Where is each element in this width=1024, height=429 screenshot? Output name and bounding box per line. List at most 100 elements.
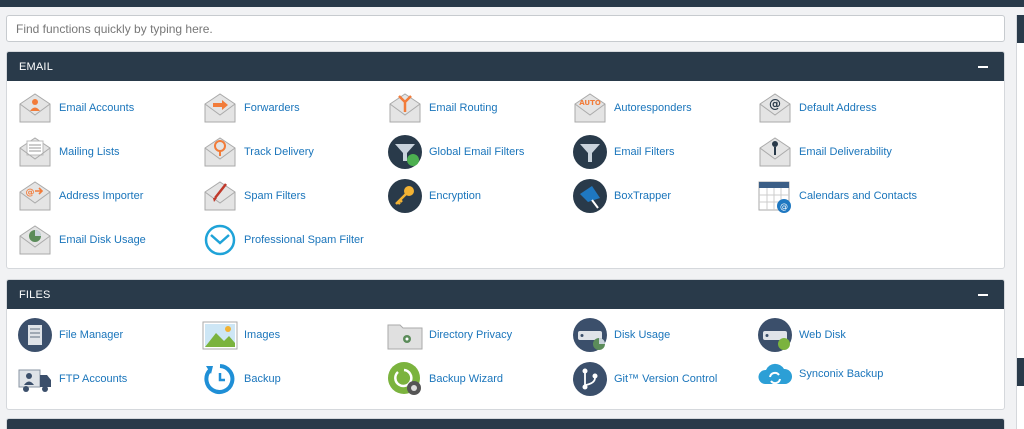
right-sidebar [1016,15,1024,429]
right-sidebar-header [1017,15,1024,43]
item-label: Professional Spam Filter [244,234,364,246]
images-icon [202,321,238,350]
right-sidebar-header-2 [1017,358,1024,386]
directory-privacy-link[interactable]: Directory Privacy [387,317,512,353]
disk-usage-link[interactable]: Disk Usage [572,317,670,353]
item-label: Email Deliverability [799,146,892,158]
default-address-link[interactable]: @ Default Address [757,90,877,126]
email-panel: EMAIL Email Accounts Forwarders Email Ro… [6,51,1005,269]
professional-spam-filter-icon [204,224,236,256]
backup-wizard-icon [388,362,421,395]
mailing-lists-link[interactable]: Mailing Lists [17,134,120,170]
item-label: Mailing Lists [59,146,120,158]
autoresponders-icon: AUTO [574,93,606,123]
synconix-backup-link[interactable]: Synconix Backup [757,356,883,392]
panel-title: EMAIL [19,60,54,73]
global-email-filters-icon [388,135,422,169]
search-input[interactable] [6,15,1005,42]
directory-privacy-icon [387,324,423,350]
item-label: Email Accounts [59,102,135,114]
svg-text:@: @ [780,202,788,211]
ftp-accounts-link[interactable]: FTP Accounts [17,361,127,397]
mailing-lists-icon [19,137,51,167]
next-panel-header[interactable] [7,419,1004,429]
spam-filters-link[interactable]: Spam Filters [202,178,306,214]
item-label: Git™ Version Control [614,373,718,385]
autoresponders-link[interactable]: AUTO Autoresponders [572,90,692,126]
item-label: Web Disk [799,329,846,341]
email-routing-link[interactable]: Email Routing [387,90,497,126]
web-disk-icon [758,318,792,352]
email-disk-usage-icon [19,225,51,255]
email-filters-icon [573,135,607,169]
encryption-icon [388,179,422,213]
item-label: Spam Filters [244,190,306,202]
item-label: Directory Privacy [429,329,513,341]
email-deliverability-icon [759,137,791,167]
email-accounts-icon [19,93,51,123]
item-label: Images [244,329,281,341]
professional-spam-filter-link[interactable]: Professional Spam Filter [202,222,364,258]
item-label: Email Disk Usage [59,234,146,246]
item-label: Backup [244,373,281,385]
disk-usage-icon [573,318,607,352]
item-label: BoxTrapper [614,190,672,202]
panel-title: FILES [19,288,51,301]
boxtrapper-link[interactable]: BoxTrapper [572,178,671,214]
file-manager-icon [18,318,52,352]
item-label: Calendars and Contacts [799,190,918,202]
calendars-contacts-link[interactable]: @ Calendars and Contacts [757,178,917,214]
files-panel-header[interactable]: FILES [7,280,1004,309]
item-label: Forwarders [244,102,300,114]
track-delivery-icon [204,137,236,167]
spam-filters-icon [204,181,236,211]
address-importer-icon: @ [19,181,51,211]
encryption-link[interactable]: Encryption [387,178,481,214]
git-version-control-icon [573,362,607,396]
item-label: File Manager [59,329,124,341]
item-label: Encryption [429,190,481,202]
backup-icon [204,364,235,394]
email-disk-usage-link[interactable]: Email Disk Usage [17,222,146,258]
item-label: Email Routing [429,102,498,114]
item-label: Disk Usage [614,329,671,341]
track-delivery-link[interactable]: Track Delivery [202,134,314,170]
files-panel: FILES File Manager Images Directory Priv… [6,279,1005,410]
backup-wizard-link[interactable]: Backup Wizard [387,361,503,397]
item-label: FTP Accounts [59,373,128,385]
collapse-icon[interactable] [978,293,988,296]
item-label: Track Delivery [244,146,314,158]
collapse-icon[interactable] [978,65,988,68]
item-label: Global Email Filters [429,146,525,158]
item-label: Synconix Backup [799,368,884,380]
ftp-accounts-icon [18,369,51,392]
backup-link[interactable]: Backup [202,361,281,397]
address-importer-link[interactable]: @ Address Importer [17,178,143,214]
default-address-icon: @ [759,93,791,123]
calendars-contacts-icon: @ [758,181,791,213]
git-version-control-link[interactable]: Git™ Version Control [572,361,717,397]
web-disk-link[interactable]: Web Disk [757,317,846,353]
email-panel-header[interactable]: EMAIL [7,52,1004,81]
svg-text:@: @ [26,188,35,198]
email-routing-icon [389,93,421,123]
forwarders-icon [204,93,236,123]
file-manager-link[interactable]: File Manager [17,317,123,353]
next-panel [6,418,1005,429]
email-filters-link[interactable]: Email Filters [572,134,675,170]
boxtrapper-icon [573,179,607,213]
synconix-backup-icon [758,363,793,385]
images-link[interactable]: Images [202,317,280,353]
forwarders-link[interactable]: Forwarders [202,90,300,126]
item-label: Email Filters [614,146,675,158]
top-bar [0,0,1024,7]
global-email-filters-link[interactable]: Global Email Filters [387,134,524,170]
item-label: Backup Wizard [429,373,503,385]
item-label: Address Importer [59,190,144,202]
item-label: Default Address [799,102,877,114]
email-accounts-link[interactable]: Email Accounts [17,90,134,126]
item-label: Autoresponders [614,102,692,114]
email-deliverability-link[interactable]: Email Deliverability [757,134,892,170]
svg-text:@: @ [769,97,781,111]
svg-text:AUTO: AUTO [579,99,601,107]
